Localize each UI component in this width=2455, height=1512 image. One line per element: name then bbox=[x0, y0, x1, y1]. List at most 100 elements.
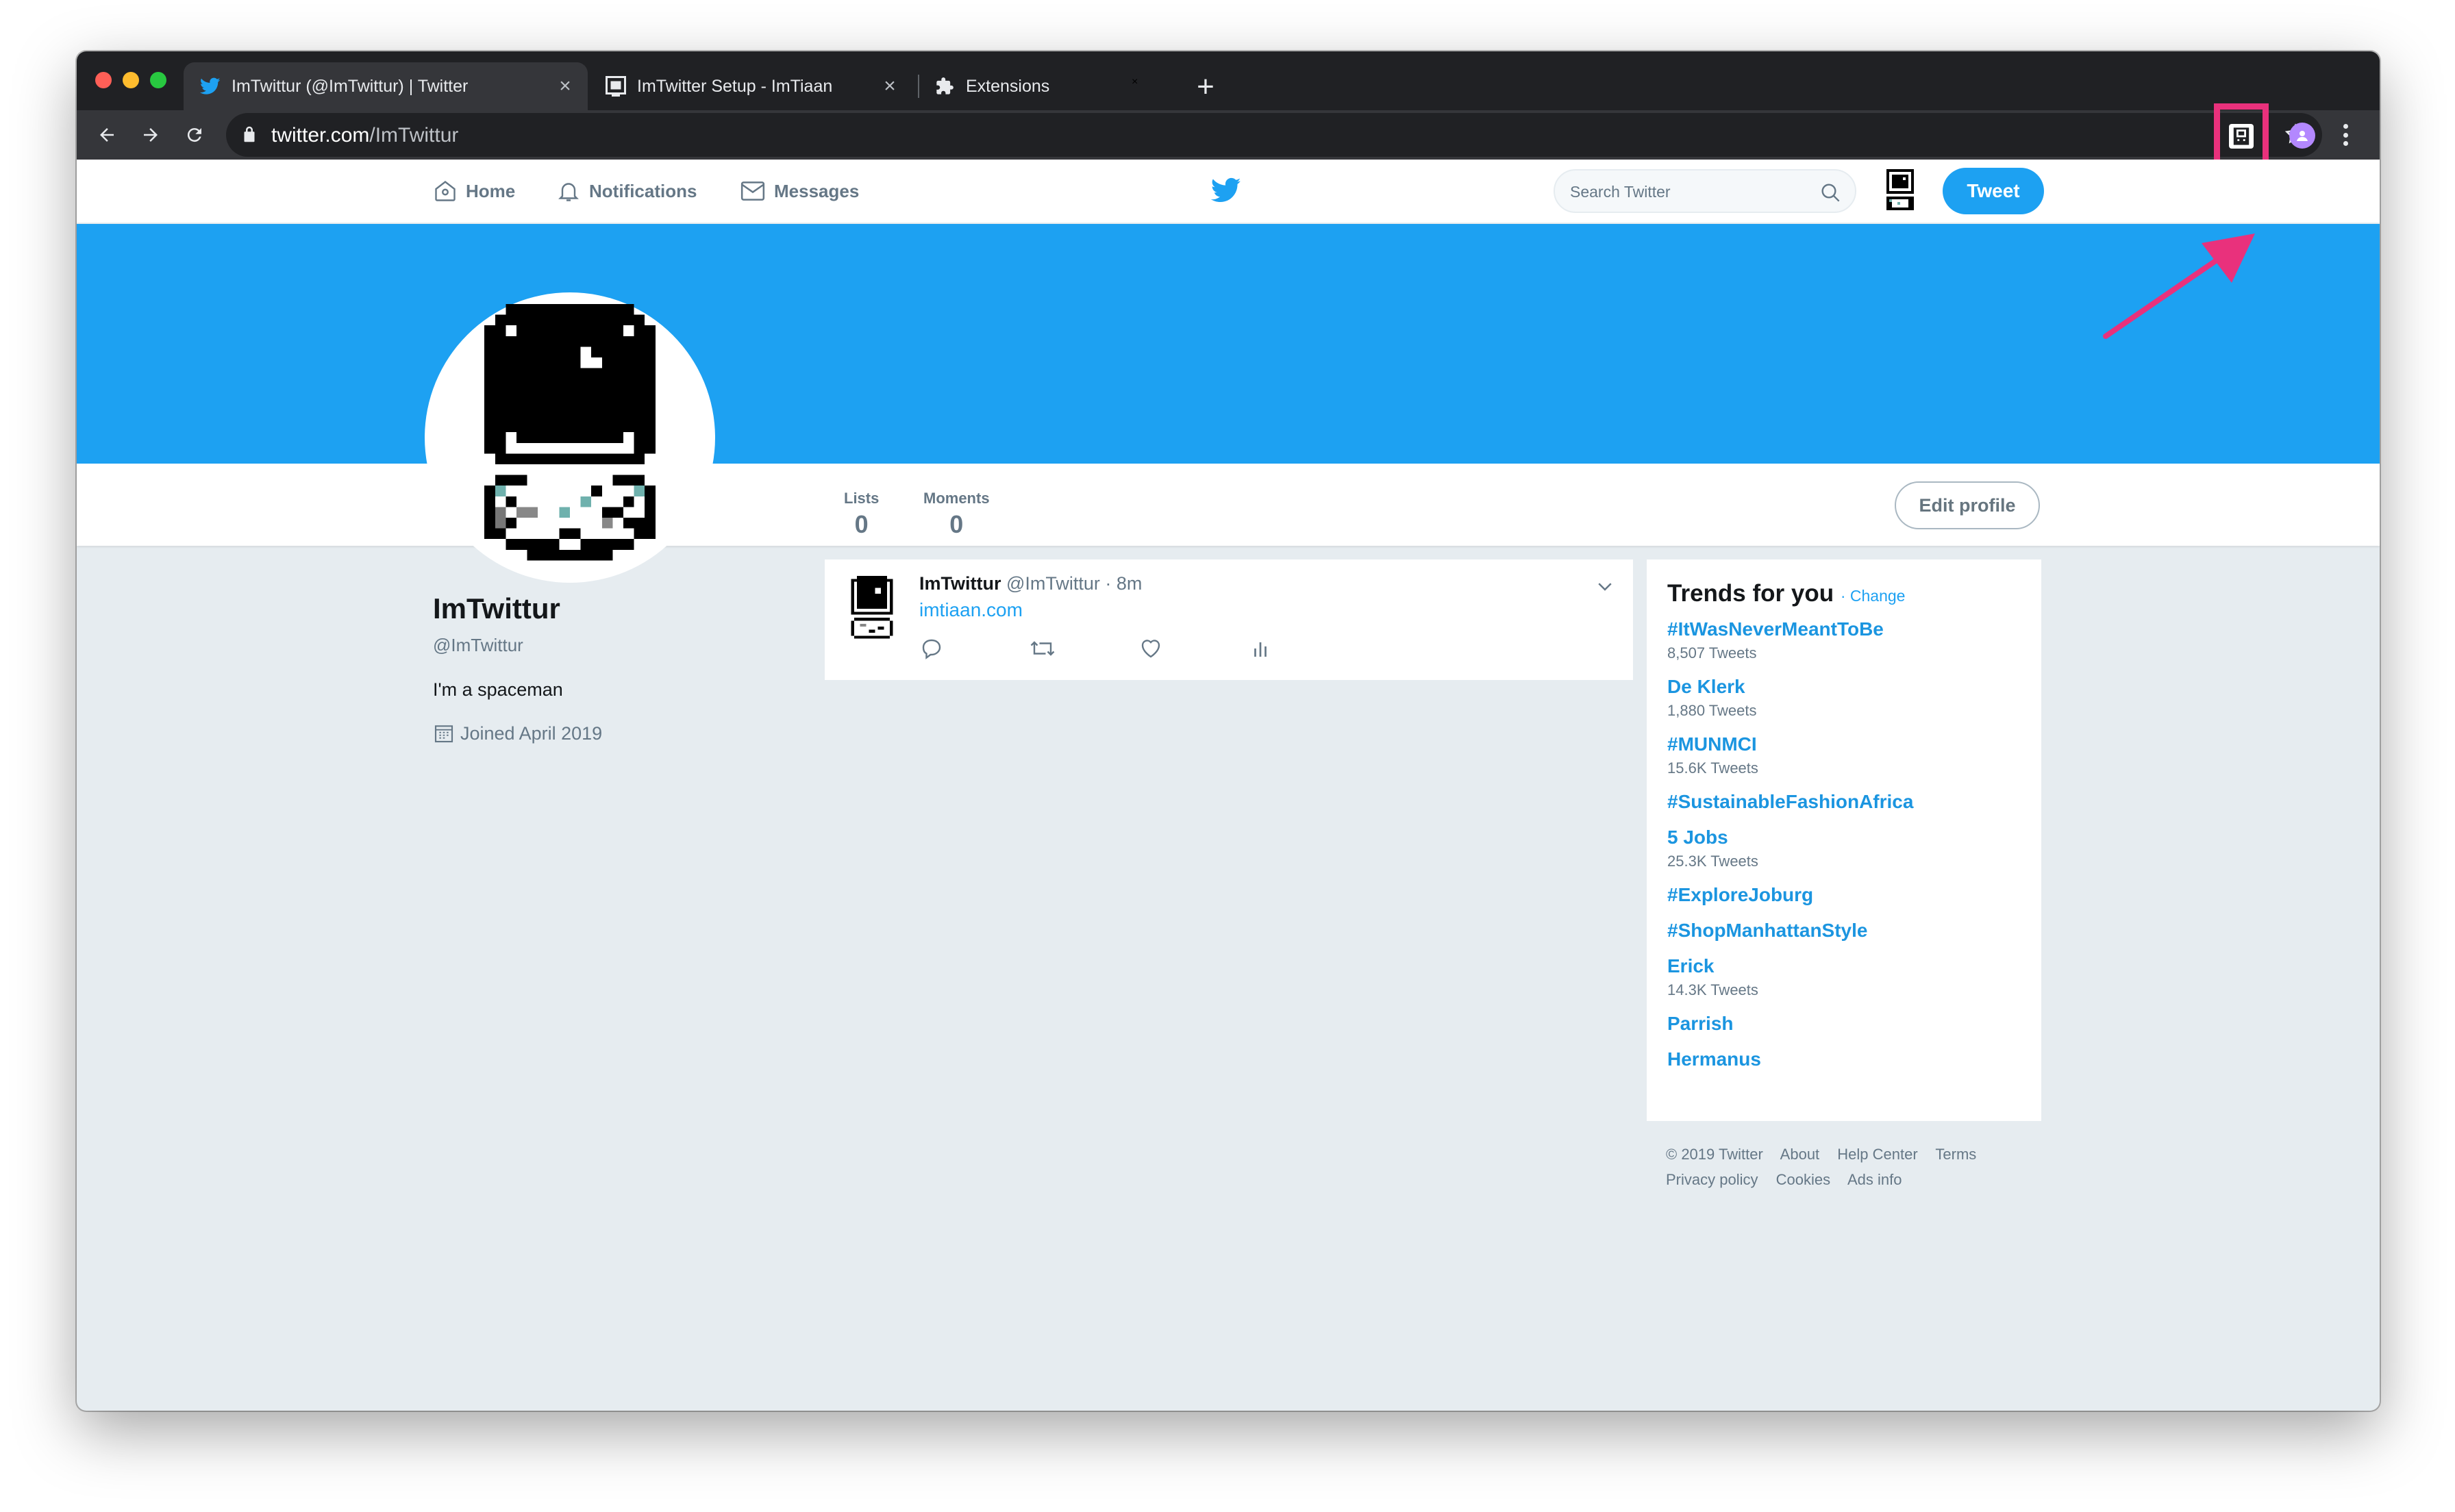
footer-link-ads[interactable]: Ads info bbox=[1847, 1171, 1902, 1188]
trend-item[interactable]: Parrish bbox=[1667, 1013, 2041, 1035]
tweet-author-name[interactable]: ImTwittur bbox=[919, 573, 1001, 594]
stat-lists[interactable]: Lists 0 bbox=[844, 490, 879, 539]
twitter-nav: Home Notifications Messages Tweet bbox=[77, 160, 2380, 224]
stat-value: 0 bbox=[854, 510, 869, 538]
chevron-down-icon[interactable] bbox=[1595, 576, 1615, 596]
forward-button[interactable] bbox=[132, 116, 170, 154]
trends-panel: Trends for you · Change #ItWasNeverMeant… bbox=[1647, 559, 2041, 1121]
profile-nav: Lists 0 Moments 0 Edit profile bbox=[77, 464, 2380, 546]
close-tab-icon[interactable]: × bbox=[555, 75, 575, 97]
footer-link-cookies[interactable]: Cookies bbox=[1776, 1171, 1830, 1188]
nav-avatar[interactable] bbox=[1878, 169, 1922, 213]
imtwitter-extension-icon[interactable] bbox=[2229, 124, 2254, 149]
trend-item[interactable]: #SustainableFashionAfrica bbox=[1667, 791, 2041, 813]
nav-notifications[interactable]: Notifications bbox=[556, 179, 697, 203]
close-tab-icon[interactable]: × bbox=[880, 75, 900, 97]
trend-item[interactable]: #ItWasNeverMeantToBe 8,507 Tweets bbox=[1667, 618, 2041, 662]
stat-label: Moments bbox=[923, 490, 990, 507]
footer-link-terms[interactable]: Terms bbox=[1935, 1146, 1976, 1163]
trend-item[interactable]: Erick 14.3K Tweets bbox=[1667, 955, 2041, 999]
lock-icon bbox=[244, 126, 255, 142]
browser-toolbar: twitter.com/ImTwittur bbox=[77, 103, 2380, 166]
trend-item[interactable]: Hermanus bbox=[1667, 1048, 2041, 1070]
site-footer: © 2019 Twitter About Help Center Terms P… bbox=[1666, 1142, 2049, 1192]
footer-row: Privacy policy Cookies Ads info bbox=[1666, 1167, 2049, 1192]
search-box bbox=[1554, 169, 1856, 213]
tweet-header: ImTwittur @ImTwittur · 8m bbox=[919, 573, 1142, 594]
astronaut-avatar-icon bbox=[484, 304, 656, 561]
stat-label: Lists bbox=[844, 490, 880, 507]
home-icon bbox=[435, 180, 456, 201]
bell-icon bbox=[558, 183, 579, 201]
footer-link-about[interactable]: About bbox=[1780, 1146, 1820, 1163]
browser-menu-icon[interactable] bbox=[2336, 120, 2355, 150]
tweet-meta: @ImTwittur · 8m bbox=[1006, 573, 1143, 594]
analytics-icon[interactable] bbox=[1248, 636, 1273, 661]
footer-copyright: © 2019 Twitter bbox=[1666, 1146, 1763, 1163]
browser-window: ImTwittur (@ImTwittur) | Twitter × ImTwi… bbox=[77, 51, 2380, 1411]
search-icon[interactable] bbox=[1819, 181, 1841, 203]
close-window-button[interactable] bbox=[95, 72, 112, 88]
nav-messages-label: Messages bbox=[774, 180, 860, 201]
maximize-window-button[interactable] bbox=[150, 72, 166, 88]
footer-row: © 2019 Twitter About Help Center Terms bbox=[1666, 1142, 2049, 1167]
profile-avatar[interactable] bbox=[425, 292, 715, 583]
footer-link-help[interactable]: Help Center bbox=[1837, 1146, 1917, 1163]
tweet-avatar[interactable] bbox=[848, 576, 896, 642]
calendar-icon bbox=[434, 725, 453, 743]
trend-item[interactable]: #ExploreJoburg bbox=[1667, 884, 2041, 906]
joined-label: Joined April 2019 bbox=[460, 722, 603, 744]
trends-change-link[interactable]: · Change bbox=[1841, 587, 1906, 605]
trend-item[interactable]: De Klerk 1,880 Tweets bbox=[1667, 676, 2041, 720]
tab-twitter[interactable]: ImTwittur (@ImTwittur) | Twitter × bbox=[184, 62, 588, 110]
trends-header: Trends for you · Change bbox=[1667, 580, 2041, 607]
astronaut-favicon-icon bbox=[604, 75, 627, 98]
reload-button[interactable] bbox=[175, 116, 214, 154]
tab-title: ImTwittur (@ImTwittur) | Twitter bbox=[232, 76, 469, 96]
tab-strip: ImTwittur (@ImTwittur) | Twitter × ImTwi… bbox=[77, 51, 2380, 110]
retweet-icon[interactable] bbox=[1029, 636, 1056, 661]
new-tab-button[interactable]: + bbox=[1185, 66, 1226, 108]
stat-value: 0 bbox=[949, 510, 964, 538]
tab-separator bbox=[918, 75, 919, 98]
profile-card: ImTwittur @ImTwittur I'm a spaceman Join… bbox=[433, 592, 602, 744]
search-input[interactable] bbox=[1570, 180, 1803, 203]
minimize-window-button[interactable] bbox=[123, 72, 139, 88]
tweet-button[interactable]: Tweet bbox=[1943, 168, 2044, 214]
profile-banner bbox=[77, 224, 2380, 464]
profile-joined: Joined April 2019 bbox=[433, 722, 602, 744]
profile-bio: I'm a spaceman bbox=[433, 679, 563, 700]
nav-notifications-label: Notifications bbox=[589, 180, 697, 201]
profile-handle[interactable]: @ImTwittur bbox=[433, 635, 602, 656]
edit-profile-button[interactable]: Edit profile bbox=[1895, 481, 2040, 529]
profile-avatar-icon[interactable] bbox=[2289, 123, 2315, 149]
nav-home-label: Home bbox=[466, 180, 516, 201]
profile-name[interactable]: ImTwittur bbox=[433, 592, 602, 625]
heart-icon[interactable] bbox=[1138, 636, 1163, 661]
trend-item[interactable]: #ShopManhattanStyle bbox=[1667, 920, 2041, 942]
tweet-link[interactable]: imtiaan.com bbox=[919, 599, 1023, 621]
tab-title: ImTwitter Setup - ImTiaan bbox=[637, 76, 833, 96]
reload-icon bbox=[187, 128, 201, 142]
url-text[interactable]: twitter.com/ImTwittur bbox=[271, 124, 458, 147]
puzzle-icon bbox=[933, 75, 956, 98]
tab-imtwitter-setup[interactable]: ImTwitter Setup - ImTiaan × bbox=[597, 62, 912, 110]
tweet-card[interactable]: ImTwittur @ImTwittur · 8m imtiaan.com bbox=[825, 559, 1633, 680]
close-tab-icon[interactable]: × bbox=[1132, 76, 1138, 88]
trends-title: Trends for you bbox=[1667, 580, 1834, 607]
nav-home[interactable]: Home bbox=[433, 179, 515, 203]
twitter-bird-icon bbox=[199, 75, 222, 98]
stat-moments[interactable]: Moments 0 bbox=[923, 490, 990, 539]
annotation-arrow-icon bbox=[2103, 234, 2255, 339]
envelope-icon bbox=[740, 181, 765, 201]
twitter-logo-icon[interactable] bbox=[1211, 177, 1241, 203]
trend-item[interactable]: #MUNMCI 15.6K Tweets bbox=[1667, 733, 2041, 777]
arrow-right-icon bbox=[144, 128, 158, 142]
nav-messages[interactable]: Messages bbox=[740, 179, 859, 203]
back-button[interactable] bbox=[88, 116, 126, 154]
arrow-left-icon bbox=[100, 128, 114, 142]
footer-link-privacy[interactable]: Privacy policy bbox=[1666, 1171, 1758, 1188]
reply-icon[interactable] bbox=[919, 636, 944, 661]
trend-item[interactable]: 5 Jobs 25.3K Tweets bbox=[1667, 827, 2041, 870]
address-bar[interactable]: twitter.com/ImTwittur bbox=[226, 113, 2322, 157]
